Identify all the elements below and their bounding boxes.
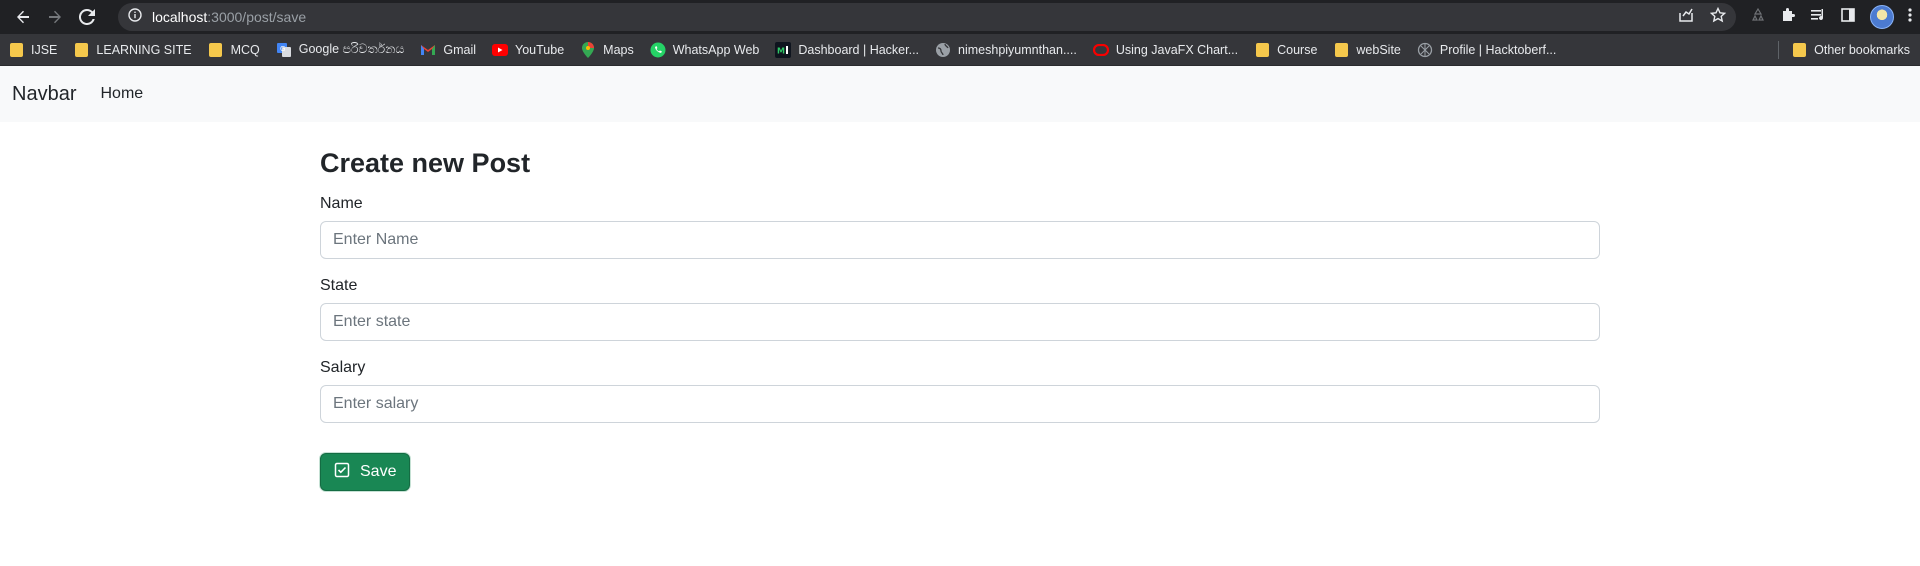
bookmark-item[interactable]: YouTube — [492, 42, 564, 58]
youtube-icon — [492, 42, 509, 58]
bookmark-item[interactable]: Profile | Hacktoberf... — [1417, 42, 1557, 58]
other-bookmarks-group: Other bookmarks — [1778, 40, 1912, 59]
navbar-brand[interactable]: Navbar — [12, 83, 76, 106]
save-button[interactable]: Save — [320, 453, 411, 491]
folder-icon — [208, 42, 224, 58]
bookmark-item[interactable]: Maps — [580, 41, 634, 58]
bookmark-item[interactable]: Course — [1254, 42, 1317, 58]
bookmark-label: IJSE — [31, 42, 58, 57]
bookmark-label: Google පරිවර්තනය — [298, 42, 405, 56]
bookmark-label: MCQ — [230, 42, 260, 57]
bookmark-item[interactable]: webSite — [1333, 42, 1401, 58]
google-translate-icon: G — [276, 42, 292, 58]
back-button[interactable] — [8, 2, 38, 32]
bookmark-item[interactable]: M Dashboard | Hacker... — [775, 41, 920, 58]
whatsapp-icon — [650, 42, 666, 58]
salary-field-group: Salary — [320, 359, 1600, 423]
bookmark-item[interactable]: LEARNING SITE — [73, 42, 192, 58]
globe-icon — [935, 42, 951, 58]
navbar: Navbar Home — [0, 66, 1920, 122]
folder-icon — [1254, 42, 1270, 58]
star-icon[interactable] — [1709, 6, 1727, 28]
nav-link-home[interactable]: Home — [100, 85, 143, 103]
bookmark-item[interactable]: Using JavaFX Chart... — [1092, 42, 1239, 58]
bookmark-item[interactable]: MCQ — [208, 42, 260, 58]
url-host: localhost — [152, 9, 208, 25]
salary-label: Salary — [320, 359, 366, 376]
arrow-left-icon — [17, 10, 29, 24]
salary-input[interactable] — [320, 385, 1600, 423]
svg-text:G: G — [280, 45, 285, 53]
gmail-icon — [420, 42, 436, 58]
folder-icon — [8, 42, 24, 58]
reload-button[interactable] — [72, 2, 102, 32]
bookmark-label: YouTube — [515, 42, 565, 57]
bookmark-label: Gmail — [443, 42, 477, 57]
browser-toolbar: localhost:3000/post/save — [0, 0, 1920, 34]
hacktoberfest-icon — [1417, 42, 1433, 58]
bookmark-label: WhatsApp Web — [672, 42, 760, 57]
url-path: :3000/post/save — [207, 9, 307, 25]
extensions-puzzle-icon[interactable] — [1780, 7, 1796, 28]
svg-text:M: M — [777, 46, 785, 55]
other-bookmarks-label: Other bookmarks — [1814, 42, 1910, 57]
bookmark-item[interactable]: G Google පරිවර්තනය — [276, 42, 405, 58]
state-input[interactable] — [320, 303, 1600, 341]
bookmark-label: Profile | Hacktoberf... — [1439, 42, 1557, 57]
share-icon[interactable] — [1678, 7, 1694, 28]
bookmark-label: Using JavaFX Chart... — [1115, 42, 1239, 57]
oracle-icon — [1092, 42, 1109, 58]
maps-icon — [580, 41, 596, 58]
page-title: Create new Post — [320, 148, 531, 178]
bookmarks-divider — [1778, 40, 1780, 59]
reload-icon — [79, 9, 95, 25]
post-form-container: Create new Post Name State Salary Save — [320, 122, 1600, 491]
recycle-extension-icon[interactable] — [1750, 7, 1766, 28]
bookmarks-bar: IJSE LEARNING SITE MCQ G Google පරිවර්තනය Gma… — [0, 34, 1920, 66]
bookmark-label: Course — [1277, 42, 1318, 57]
bookmark-item[interactable]: Gmail — [420, 42, 476, 58]
bookmark-label: Dashboard | Hacker... — [798, 42, 920, 57]
check-square-icon — [334, 462, 350, 483]
name-label: Name — [320, 195, 363, 212]
other-bookmarks[interactable]: Other bookmarks — [1791, 42, 1910, 58]
folder-icon — [1333, 42, 1349, 58]
menu-kebab-icon[interactable] — [1908, 7, 1912, 28]
save-button-label: Save — [360, 463, 397, 480]
bookmark-label: webSite — [1356, 42, 1401, 57]
name-field-group: Name — [320, 195, 1600, 259]
side-panel-icon[interactable] — [1840, 7, 1856, 28]
media-queue-icon[interactable] — [1810, 7, 1826, 28]
profile-avatar[interactable] — [1870, 5, 1894, 29]
name-input[interactable] — [320, 221, 1600, 259]
bookmark-item[interactable]: WhatsApp Web — [650, 42, 760, 58]
folder-icon — [1791, 42, 1807, 58]
bookmark-label: nimeshpiyumnthan.... — [958, 42, 1077, 57]
folder-icon — [73, 42, 89, 58]
state-label: State — [320, 277, 358, 294]
bookmark-label: Maps — [603, 42, 634, 57]
bookmark-item[interactable]: IJSE — [8, 42, 57, 58]
address-bar[interactable]: localhost:3000/post/save — [118, 3, 1736, 31]
hackerrank-icon: M — [775, 41, 792, 58]
site-info-icon[interactable] — [128, 7, 142, 27]
forward-button[interactable] — [40, 2, 70, 32]
bookmark-label: LEARNING SITE — [96, 42, 192, 57]
state-field-group: State — [320, 277, 1600, 341]
arrow-right-icon — [49, 10, 61, 24]
bookmark-item[interactable]: nimeshpiyumnthan.... — [935, 42, 1077, 58]
